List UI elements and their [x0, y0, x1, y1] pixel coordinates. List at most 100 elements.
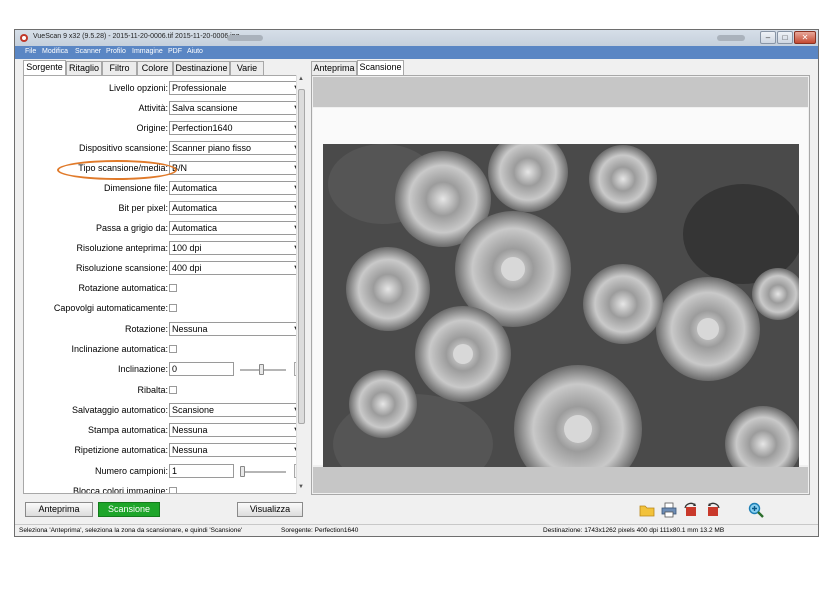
- dispositivo-scansione-select[interactable]: Scanner piano fisso▼: [169, 141, 302, 155]
- preview-area: [311, 75, 810, 495]
- status-source: Soregente: Perfection1640: [281, 527, 359, 534]
- select-value: Nessuna: [172, 445, 208, 455]
- menu-modifica[interactable]: Modifica: [42, 48, 68, 55]
- menu-pdf[interactable]: PDF: [168, 48, 182, 55]
- rotazione-select[interactable]: Nessuna▼: [169, 322, 302, 336]
- ribalta-checkbox[interactable]: [169, 386, 177, 394]
- blocca-colori-checkbox[interactable]: [169, 487, 177, 493]
- scroll-up-icon[interactable]: ▲: [298, 76, 304, 82]
- menu-scanner[interactable]: Scanner: [75, 48, 101, 55]
- status-hint: Seleziona 'Anteprima', seleziona la zona…: [19, 527, 243, 534]
- setting-row: Attività: Salva scansione▼: [24, 101, 305, 117]
- visualizza-button[interactable]: Visualizza: [237, 502, 303, 517]
- capovolgi-automaticamente-checkbox[interactable]: [169, 304, 177, 312]
- inclinazione-input[interactable]: 0: [169, 362, 234, 376]
- setting-row: Dispositivo scansione: Scanner piano fis…: [24, 141, 305, 157]
- minimize-button[interactable]: –: [760, 31, 776, 44]
- origine-select[interactable]: Perfection1640▼: [169, 121, 302, 135]
- setting-label: Rotazione automatica:: [78, 283, 168, 293]
- setting-row: Risoluzione scansione: 400 dpi▼: [24, 261, 305, 277]
- select-value: 400 dpi: [172, 263, 202, 273]
- printer-icon[interactable]: [661, 502, 677, 518]
- menu-profilo[interactable]: Profilo: [106, 48, 126, 55]
- setting-row: Dimensione file: Automatica▼: [24, 181, 305, 197]
- select-value: Automatica: [172, 223, 218, 233]
- setting-label: Risoluzione scansione:: [75, 263, 168, 273]
- setting-label: Capovolgi automaticamente:: [53, 303, 168, 313]
- select-value: Salva scansione: [172, 103, 238, 113]
- status-bar: Seleziona 'Anteprima', seleziona la zona…: [15, 524, 818, 536]
- scan-bed: [313, 108, 808, 487]
- tab-colore[interactable]: Colore: [137, 61, 173, 75]
- setting-label: Rotazione:: [124, 324, 168, 334]
- risoluzione-scansione-select[interactable]: 400 dpi▼: [169, 261, 302, 275]
- rotazione-automatica-checkbox[interactable]: [169, 284, 177, 292]
- setting-label: Stampa automatica:: [87, 425, 168, 435]
- ripetizione-automatica-select[interactable]: Nessuna▼: [169, 443, 302, 457]
- zoom-in-icon[interactable]: [748, 502, 764, 518]
- setting-row: Origine: Perfection1640▼: [24, 121, 305, 137]
- setting-row: Ribalta:: [24, 383, 305, 399]
- setting-row: Inclinazione automatica:: [24, 342, 305, 358]
- slider-thumb[interactable]: [259, 364, 264, 375]
- menu-file[interactable]: File: [25, 48, 36, 55]
- select-value: 100 dpi: [172, 243, 202, 253]
- menu-aiuto[interactable]: Aiuto: [187, 48, 203, 55]
- tab-sorgente[interactable]: Sorgente: [23, 60, 66, 76]
- settings-panel: Livello opzioni: Professionale▼ Attività…: [23, 75, 306, 494]
- tipo-scansione-select[interactable]: B/N▼: [169, 161, 302, 175]
- scroll-down-icon[interactable]: ▼: [298, 484, 304, 490]
- livello-opzioni-select[interactable]: Professionale▼: [169, 81, 302, 95]
- setting-row: Livello opzioni: Professionale▼: [24, 81, 305, 97]
- bit-per-pixel-select[interactable]: Automatica▼: [169, 201, 302, 215]
- scansione-button[interactable]: Scansione: [98, 502, 160, 517]
- setting-label: Dispositivo scansione:: [78, 143, 168, 153]
- attivita-select[interactable]: Salva scansione▼: [169, 101, 302, 115]
- setting-row: Rotazione automatica:: [24, 281, 305, 297]
- rotate-left-icon[interactable]: [683, 502, 699, 518]
- inclinazione-slider-track[interactable]: [240, 364, 286, 375]
- setting-label: Salvataggio automatico:: [71, 405, 168, 415]
- dimensione-file-select[interactable]: Automatica▼: [169, 181, 302, 195]
- numero-campioni-input[interactable]: 1: [169, 464, 234, 478]
- setting-label: Numero campioni:: [94, 466, 168, 476]
- numero-campioni-slider-track[interactable]: [240, 466, 286, 477]
- menu-immagine[interactable]: Immagine: [132, 48, 163, 55]
- setting-label: Inclinazione:: [117, 364, 168, 374]
- setting-label: Passa a grigio da:: [95, 223, 168, 233]
- blurred-title-text: [717, 35, 745, 41]
- passa-a-grigio-select[interactable]: Automatica▼: [169, 221, 302, 235]
- setting-label: Blocca colori immagine:: [72, 486, 168, 494]
- tab-destinazione[interactable]: Destinazione: [173, 61, 230, 75]
- select-value: Automatica: [172, 203, 218, 213]
- risoluzione-anteprima-select[interactable]: 100 dpi▼: [169, 241, 302, 255]
- setting-label: Ripetizione automatica:: [74, 445, 168, 455]
- stampa-automatica-select[interactable]: Nessuna▼: [169, 423, 302, 437]
- scrollbar-thumb[interactable]: [298, 89, 305, 424]
- tab-filtro[interactable]: Filtro: [102, 61, 137, 75]
- tab-anteprima[interactable]: Anteprima: [311, 61, 357, 75]
- slider-thumb[interactable]: [240, 466, 245, 477]
- tab-ritaglio[interactable]: Ritaglio: [66, 61, 102, 75]
- salvataggio-automatico-select[interactable]: Scansione▼: [169, 403, 302, 417]
- select-value: Nessuna: [172, 425, 208, 435]
- rotate-right-icon[interactable]: [705, 502, 721, 518]
- anteprima-button[interactable]: Anteprima: [25, 502, 93, 517]
- tab-scansione[interactable]: Scansione: [357, 60, 404, 76]
- settings-scrollbar[interactable]: ▲ ▼: [296, 75, 306, 494]
- setting-row: Numero campioni: 1 ▲▼: [24, 464, 305, 480]
- scanned-image[interactable]: [323, 144, 799, 487]
- folder-icon[interactable]: [639, 502, 655, 518]
- setting-label: Bit per pixel:: [118, 203, 168, 213]
- maximize-button[interactable]: □: [777, 31, 793, 44]
- vuescan-window: VueScan 9 x32 (9.5.28) - 2015-11-20-0006…: [14, 29, 819, 537]
- setting-row: Salvataggio automatico: Scansione▼: [24, 403, 305, 419]
- inclinazione-automatica-checkbox[interactable]: [169, 345, 177, 353]
- close-button[interactable]: ✕: [794, 31, 816, 44]
- setting-label: Ribalta:: [137, 385, 168, 395]
- vuescan-app-icon: [20, 34, 28, 42]
- setting-label: Attività:: [138, 103, 168, 113]
- select-value: Scanner piano fisso: [172, 143, 252, 153]
- select-value: Automatica: [172, 183, 218, 193]
- tab-varie[interactable]: Varie: [230, 61, 264, 75]
